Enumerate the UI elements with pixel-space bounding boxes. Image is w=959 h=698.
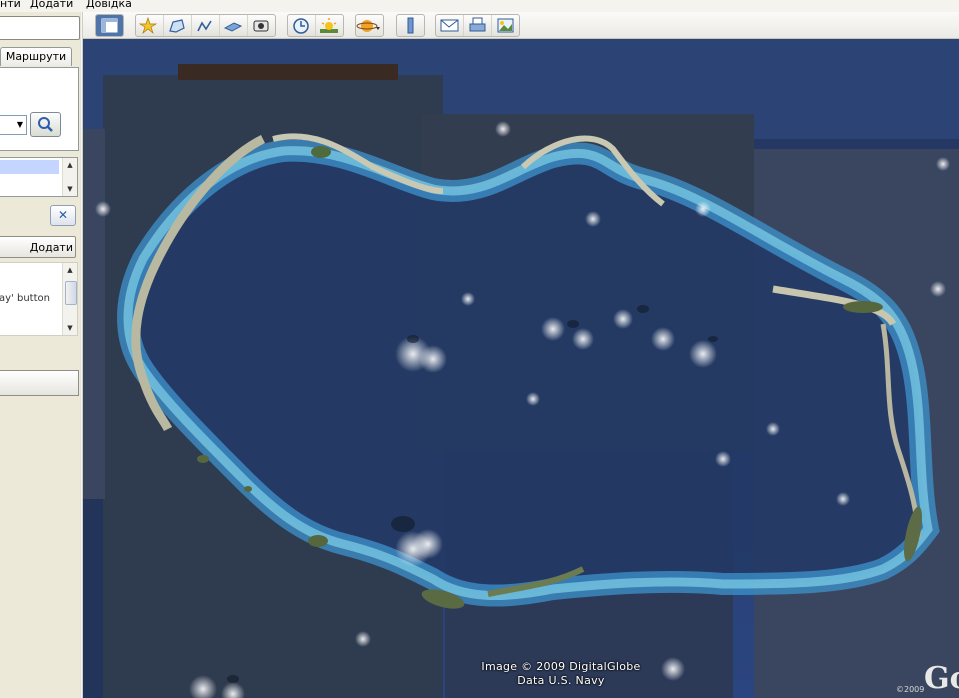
- search-combo[interactable]: ▼: [0, 115, 27, 135]
- record-tour-icon: [253, 20, 269, 32]
- menu-item-help[interactable]: Довідка: [86, 0, 132, 10]
- places-scrollbar[interactable]: ▲ ▼: [62, 263, 77, 335]
- scroll-thumb[interactable]: [65, 281, 77, 305]
- sidebar-icon: [101, 18, 118, 33]
- attribution-line-1: Image © 2009 DigitalGlobe: [481, 660, 641, 673]
- layers-header-bar[interactable]: [0, 370, 79, 396]
- toolbar-group-sidebar: [95, 14, 124, 37]
- add-path-button[interactable]: [191, 15, 219, 36]
- scroll-down-icon[interactable]: ▼: [63, 321, 77, 335]
- add-content-button[interactable]: Додати вміст: [0, 236, 76, 276]
- fly-to-input[interactable]: [0, 16, 80, 40]
- add-image-overlay-button[interactable]: [219, 15, 247, 36]
- menu-item-tools[interactable]: нти: [0, 0, 21, 10]
- search-icon: [38, 117, 53, 132]
- scroll-down-icon[interactable]: ▼: [63, 182, 77, 196]
- sidebar: Маршрути ▼ ▲ ▼ ✕ Додати вміст ay' button…: [0, 12, 80, 698]
- print-button[interactable]: [463, 15, 491, 36]
- planets-icon: [356, 20, 380, 32]
- places-panel: ay' button ▲ ▼: [0, 262, 78, 336]
- results-scrollbar[interactable]: ▲ ▼: [62, 158, 77, 196]
- email-button[interactable]: [436, 15, 463, 36]
- search-panel: ▼: [0, 67, 79, 151]
- map-view[interactable]: Image © 2009 DigitalGlobe Data U.S. Navy…: [83, 39, 959, 698]
- toolbar-group-planets: [355, 14, 384, 37]
- print-icon: [469, 17, 486, 32]
- toolbar-group-share: [435, 14, 520, 37]
- chevron-down-icon[interactable]: ▼: [14, 116, 26, 134]
- record-tour-button[interactable]: [247, 15, 275, 36]
- save-image-button[interactable]: [491, 15, 519, 36]
- add-polygon-button[interactable]: [163, 15, 191, 36]
- scroll-up-icon[interactable]: ▲: [63, 158, 77, 172]
- sunlight-button[interactable]: [315, 15, 343, 36]
- search-tabs: Маршрути: [0, 47, 78, 67]
- satellite-imagery: [83, 39, 959, 698]
- toolbar-group-ruler: [396, 14, 425, 37]
- tab-routes[interactable]: Маршрути: [0, 47, 72, 66]
- scroll-up-icon[interactable]: ▲: [63, 263, 77, 277]
- places-text: ay' button: [0, 293, 50, 304]
- attribution-line-2: Data U.S. Navy: [517, 674, 605, 687]
- toolbar-group-view: [287, 14, 344, 37]
- placemark-icon: [138, 16, 158, 35]
- image-overlay-icon: [223, 22, 243, 32]
- sidebar-toggle-button[interactable]: [96, 15, 123, 36]
- save-image-icon: [497, 18, 514, 33]
- sunlight-icon: [320, 18, 338, 33]
- toolbar-group-add: [135, 14, 276, 37]
- planets-button[interactable]: [356, 15, 383, 36]
- ruler-button[interactable]: [397, 15, 424, 36]
- selected-list-item[interactable]: [0, 160, 59, 174]
- polygon-icon: [169, 19, 185, 33]
- add-placemark-button[interactable]: [136, 15, 163, 36]
- google-logo: Go: [924, 661, 959, 696]
- historical-imagery-button[interactable]: [288, 15, 315, 36]
- menu-bar: нти Додати Довідка: [0, 0, 959, 12]
- path-icon: [197, 20, 212, 32]
- search-button[interactable]: [30, 112, 61, 137]
- close-button[interactable]: ✕: [50, 205, 76, 226]
- search-results-list[interactable]: ▲ ▼: [0, 157, 78, 197]
- logo-year: ©2009: [896, 685, 925, 694]
- toolbar: [83, 12, 959, 39]
- menu-item-add[interactable]: Додати: [30, 0, 73, 10]
- imagery-attribution: Image © 2009 DigitalGlobe Data U.S. Navy: [461, 660, 661, 688]
- historical-imagery-icon: [293, 18, 309, 34]
- ruler-icon: [407, 17, 414, 34]
- email-icon: [440, 19, 459, 32]
